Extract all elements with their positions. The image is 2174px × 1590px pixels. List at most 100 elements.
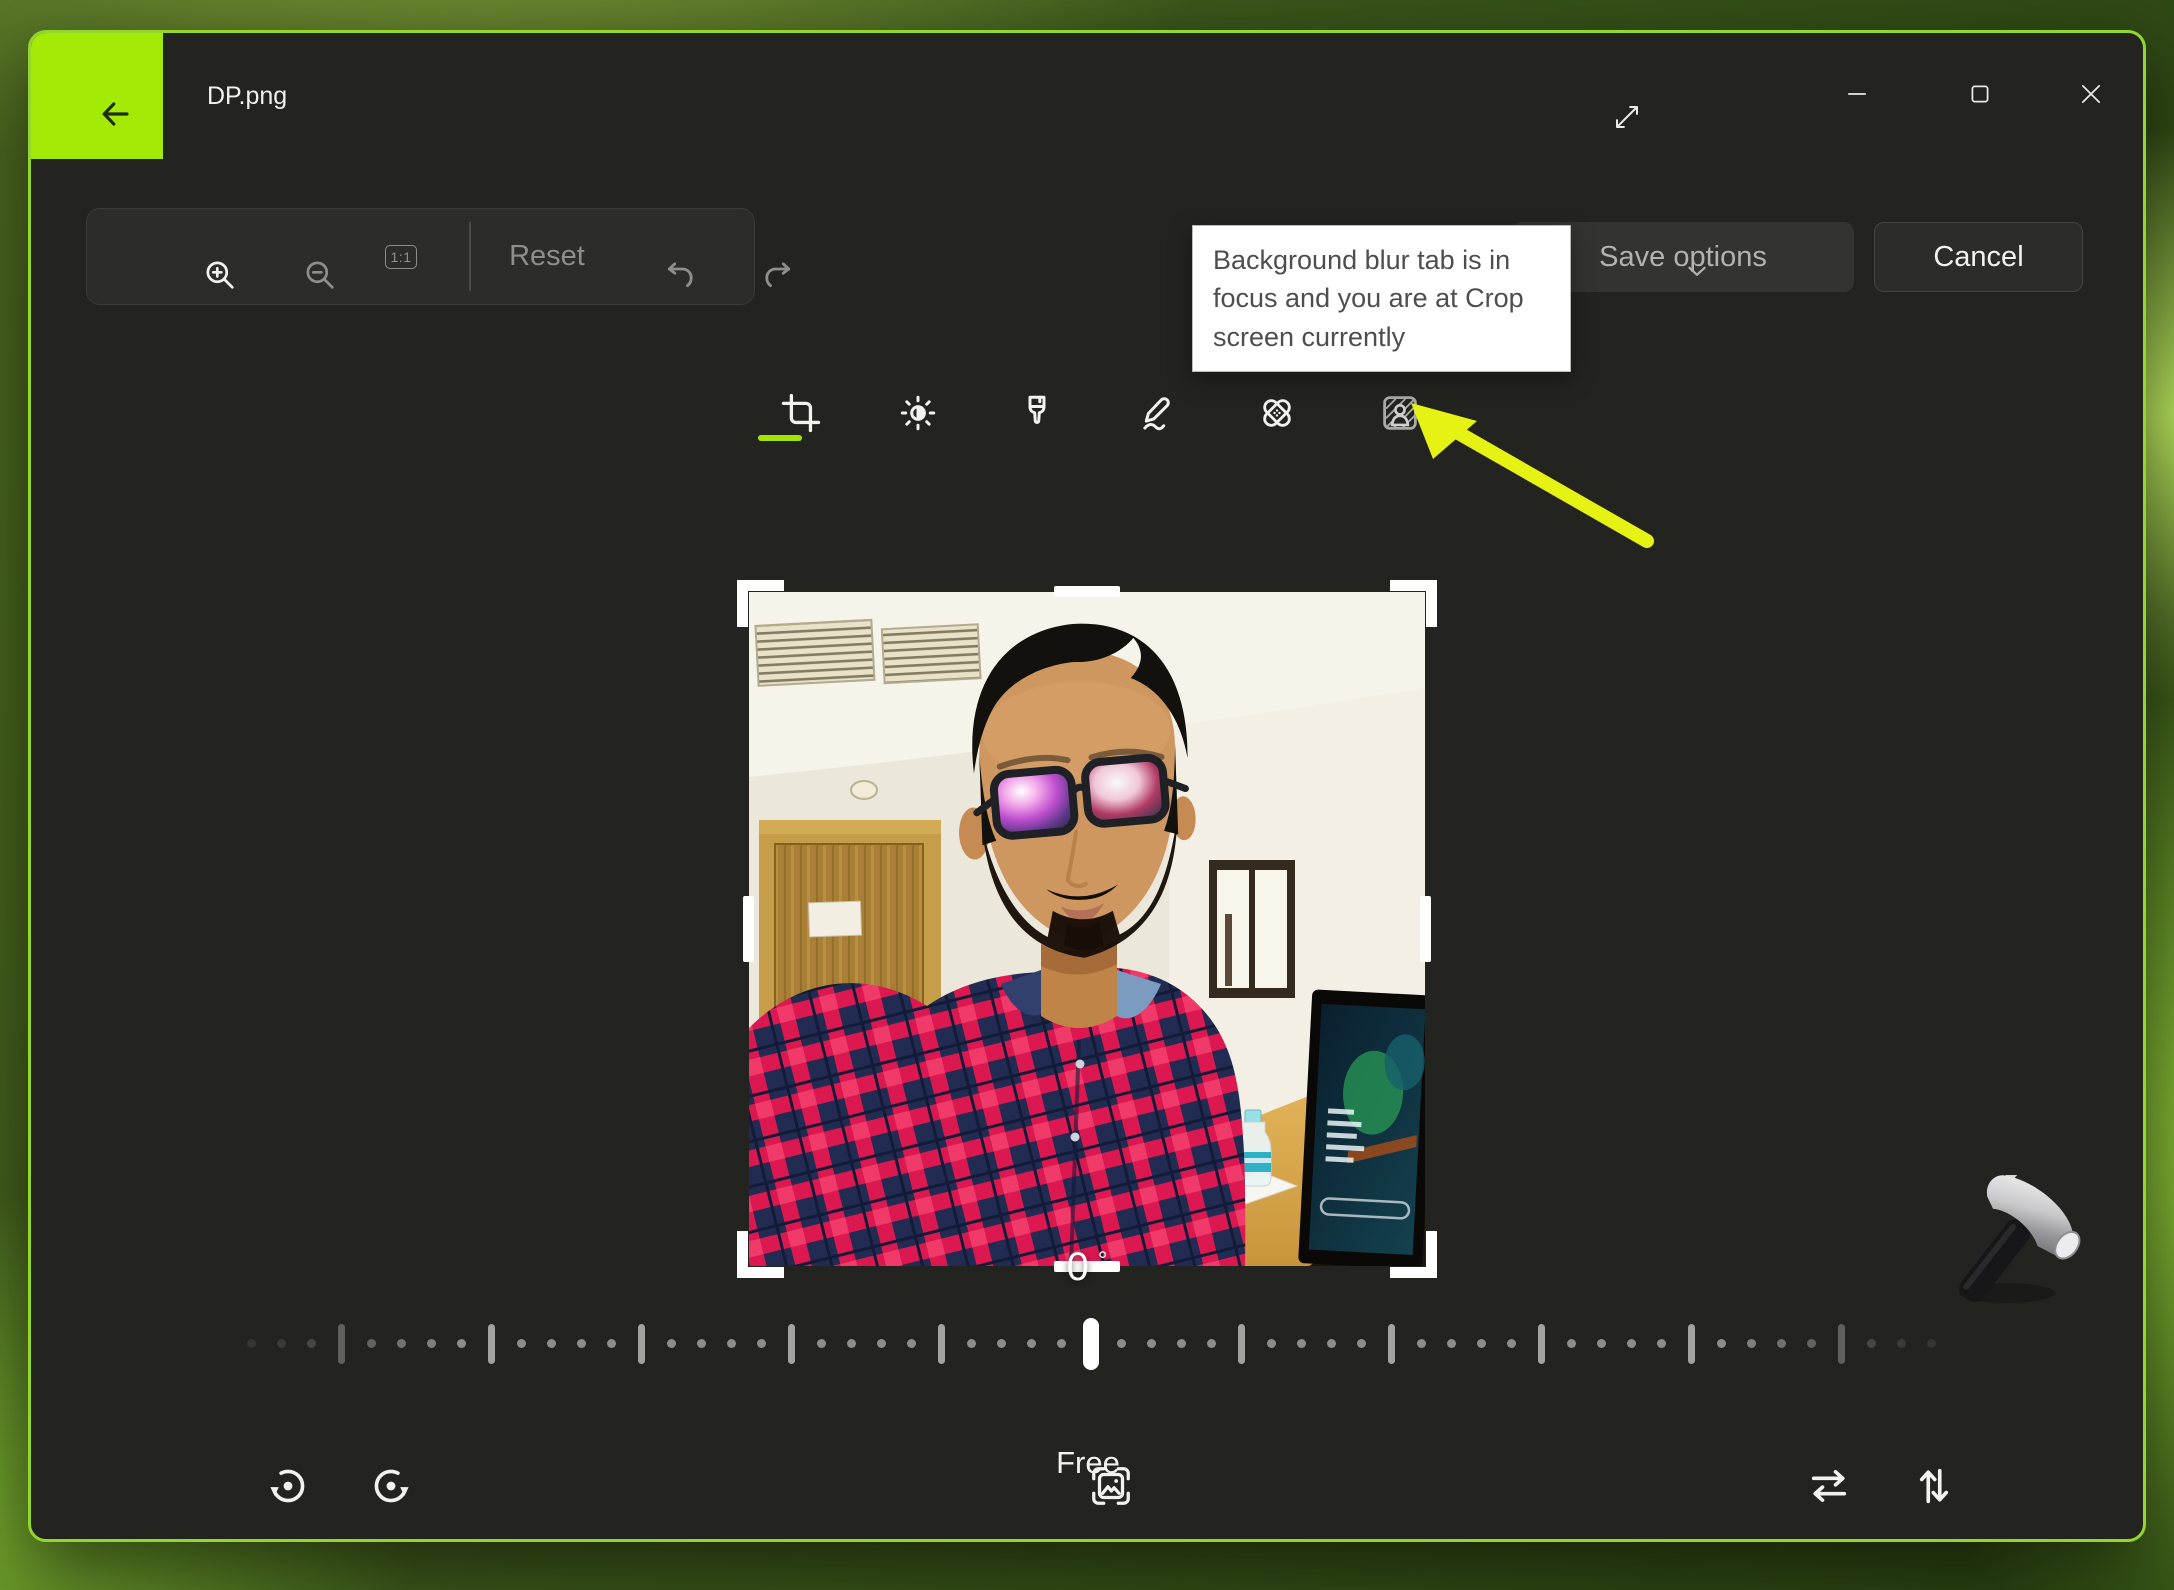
rotate-counterclockwise-button[interactable] (233, 1431, 297, 1495)
ruler-tick (997, 1339, 1006, 1348)
cancel-button[interactable]: Cancel (1874, 222, 2083, 292)
ruler-tick (1238, 1324, 1245, 1364)
flip-horizontal-button[interactable] (1774, 1431, 1838, 1495)
selected-tab-indicator (758, 435, 802, 441)
toolbar-divider (469, 222, 471, 291)
rotation-ruler-thumb[interactable] (1083, 1318, 1099, 1370)
zoom-in-button[interactable] (174, 209, 230, 304)
ruler-tick (788, 1324, 795, 1364)
ruler-tick (1057, 1339, 1066, 1348)
ruler-tick (1867, 1339, 1876, 1348)
ruler-tick (577, 1339, 586, 1348)
ruler-tick (1117, 1339, 1126, 1348)
ruler-tick (517, 1339, 526, 1348)
crop-handle-right[interactable] (1420, 896, 1431, 962)
ruler-tick (1627, 1339, 1636, 1348)
redo-button[interactable] (731, 209, 787, 304)
tab-adjustment[interactable] (869, 364, 925, 420)
ruler-tick (547, 1339, 556, 1348)
ruler-tick (1447, 1339, 1456, 1348)
fullscreen-toggle-button[interactable] (1580, 76, 1644, 128)
ruler-tick (727, 1339, 736, 1348)
one-to-one-icon: 1:1 (385, 245, 418, 269)
ruler-tick (1147, 1339, 1156, 1348)
ruler-tick (1777, 1339, 1786, 1348)
ruler-tick (1507, 1339, 1516, 1348)
view-history-toolbar: 1:1 Reset (86, 208, 755, 305)
rotation-degrees-label: 0 ° (1067, 1245, 1108, 1290)
cancel-label: Cancel (1933, 241, 2023, 274)
actual-size-button[interactable]: 1:1 (365, 209, 437, 304)
tab-background-blur[interactable] (1351, 364, 1407, 420)
zoom-out-button[interactable] (274, 209, 330, 304)
ruler-tick (1927, 1339, 1936, 1348)
crop-handle-top-right[interactable] (1390, 580, 1437, 627)
ruler-tick (457, 1339, 466, 1348)
minimize-button[interactable] (1811, 54, 1875, 106)
tab-retouch[interactable] (1228, 364, 1284, 420)
ruler-tick (817, 1339, 826, 1348)
window-title: DP.png (207, 33, 287, 159)
tab-crop[interactable] (752, 364, 808, 420)
tooltip-text: Background blur tab is in focus and you … (1213, 245, 1524, 352)
rotation-ruler[interactable] (217, 1316, 1965, 1372)
ruler-tick (1388, 1324, 1395, 1364)
ruler-tick (427, 1339, 436, 1348)
ruler-tick (1207, 1339, 1216, 1348)
ruler-tick (1027, 1339, 1036, 1348)
ruler-tick (1838, 1324, 1845, 1364)
ruler-tick (1177, 1339, 1186, 1348)
photo-selfie (749, 592, 1425, 1266)
crop-handle-bottom-right[interactable] (1390, 1231, 1437, 1278)
rotate-clockwise-button[interactable] (336, 1431, 400, 1495)
ruler-tick (277, 1339, 286, 1348)
ruler-tick (638, 1324, 645, 1364)
crop-handle-left[interactable] (743, 896, 754, 962)
undo-button[interactable] (635, 209, 691, 304)
ruler-tick (1538, 1324, 1545, 1364)
ruler-tick (877, 1339, 886, 1348)
ruler-tick (1657, 1339, 1666, 1348)
back-button[interactable] (31, 33, 163, 159)
ruler-tick (1807, 1339, 1816, 1348)
ruler-tick (938, 1324, 945, 1364)
ruler-tick (757, 1339, 766, 1348)
ruler-tick (247, 1339, 256, 1348)
ruler-tick (338, 1324, 345, 1364)
tab-filter[interactable] (988, 364, 1044, 420)
tab-markup[interactable] (1109, 364, 1165, 420)
ruler-tick (1688, 1324, 1695, 1364)
ruler-tick (1747, 1339, 1756, 1348)
aspect-ratio-button[interactable]: Free (993, 1431, 1183, 1495)
ruler-tick (1597, 1339, 1606, 1348)
crop-handle-top-left[interactable] (737, 580, 784, 627)
ruler-tick (697, 1339, 706, 1348)
crop-canvas[interactable]: 0 ° (749, 592, 1425, 1266)
ruler-tick (1567, 1339, 1576, 1348)
ruler-tick (307, 1339, 316, 1348)
ruler-tick (1327, 1339, 1336, 1348)
ruler-tick (847, 1339, 856, 1348)
ruler-tick (1717, 1339, 1726, 1348)
crop-handle-bottom-left[interactable] (737, 1231, 784, 1278)
ruler-tick (1417, 1339, 1426, 1348)
close-button[interactable] (2045, 54, 2109, 106)
ruler-tick (1267, 1339, 1276, 1348)
reset-button[interactable]: Reset (487, 209, 607, 304)
ruler-tick (907, 1339, 916, 1348)
flip-vertical-button[interactable] (1879, 1431, 1943, 1495)
accessibility-tooltip: Background blur tab is in focus and you … (1192, 225, 1571, 372)
ruler-tick (397, 1339, 406, 1348)
photos-editor-window: DP.png 1:1 (28, 30, 2146, 1542)
maximize-button[interactable] (1934, 54, 1998, 106)
ruler-tick (967, 1339, 976, 1348)
rotation-unit: ° (1098, 1247, 1108, 1275)
ruler-tick (1297, 1339, 1306, 1348)
ruler-tick (667, 1339, 676, 1348)
rotation-value: 0 (1067, 1245, 1089, 1290)
crop-handle-top[interactable] (1054, 586, 1120, 597)
ruler-tick (488, 1324, 495, 1364)
ruler-tick (1897, 1339, 1906, 1348)
ruler-tick (607, 1339, 616, 1348)
ruler-tick (1477, 1339, 1486, 1348)
